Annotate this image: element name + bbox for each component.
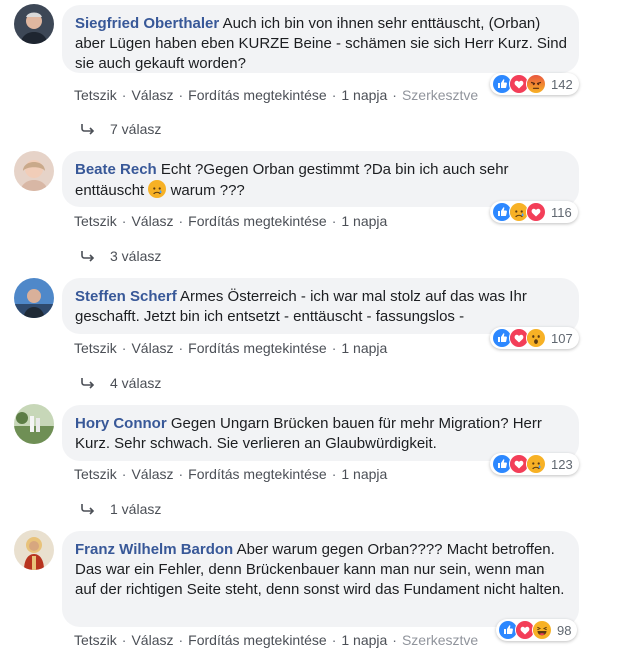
timestamp[interactable]: 1 napja — [341, 632, 387, 648]
comment-author[interactable]: Steffen Scherf — [75, 288, 177, 305]
comment-text-end: warum ??? — [170, 182, 245, 199]
like-link[interactable]: Tetszik — [74, 466, 117, 482]
reaction-summary[interactable]: 98 — [496, 619, 578, 641]
angry-reaction-icon — [526, 74, 546, 94]
reaction-summary[interactable]: 107 — [490, 327, 579, 349]
edited-label[interactable]: Szerkesztve — [402, 87, 478, 103]
replies-count: 3 válasz — [110, 248, 162, 264]
comment-actions: Tetszik · Válasz · Fordítás megtekintése · 1 n… — [74, 632, 479, 648]
translate-link[interactable]: Fordítás megtekintése — [188, 340, 327, 356]
comment-bubble: Beate Rech Echt ?Gegen Orban gestimmt ?D… — [62, 151, 579, 207]
reply-arrow-icon — [80, 377, 96, 389]
reply-link[interactable]: Válasz — [131, 340, 173, 356]
comment-bubble: Franz Wilhelm Bardon Aber warum gegen Or… — [62, 531, 579, 627]
comment-bubble: Siegfried Oberthaler Auch ich bin von ih… — [62, 5, 579, 73]
like-link[interactable]: Tetszik — [74, 340, 117, 356]
haha-reaction-icon — [532, 620, 552, 640]
sad-reaction-icon — [526, 454, 546, 474]
disappointed-emoji-icon — [148, 180, 166, 198]
reaction-count: 123 — [551, 456, 573, 472]
reaction-count: 116 — [551, 204, 572, 220]
replies-count: 7 válasz — [110, 121, 162, 137]
comment-bubble: Steffen Scherf Armes Österreich - ich wa… — [62, 278, 579, 334]
avatar[interactable] — [14, 4, 54, 44]
reaction-count: 142 — [551, 76, 573, 92]
like-link[interactable]: Tetszik — [74, 87, 117, 103]
timestamp[interactable]: 1 napja — [341, 340, 387, 356]
reply-link[interactable]: Válasz — [131, 466, 173, 482]
reply-link[interactable]: Válasz — [131, 87, 173, 103]
reply-arrow-icon — [80, 123, 96, 135]
timestamp[interactable]: 1 napja — [341, 213, 387, 229]
avatar[interactable] — [14, 278, 54, 318]
comment-actions: Tetszik · Válasz · Fordítás megtekintése · 1 n… — [74, 466, 388, 482]
reaction-summary[interactable]: 123 — [490, 453, 579, 475]
reaction-summary[interactable]: 116 — [490, 201, 578, 223]
avatar[interactable] — [14, 530, 54, 570]
like-link[interactable]: Tetszik — [74, 632, 117, 648]
translate-link[interactable]: Fordítás megtekintése — [188, 87, 327, 103]
view-replies-link[interactable]: 3 válasz — [80, 248, 161, 264]
comment-author[interactable]: Siegfried Oberthaler — [75, 15, 219, 32]
view-replies-link[interactable]: 1 válasz — [80, 501, 161, 517]
avatar[interactable] — [14, 404, 54, 444]
comment-author[interactable]: Hory Connor — [75, 415, 167, 432]
like-link[interactable]: Tetszik — [74, 213, 117, 229]
love-reaction-icon — [526, 202, 546, 222]
reaction-summary[interactable]: 142 — [490, 73, 579, 95]
comment-author[interactable]: Beate Rech — [75, 161, 157, 178]
reply-link[interactable]: Válasz — [131, 213, 173, 229]
timestamp[interactable]: 1 napja — [341, 87, 387, 103]
translate-link[interactable]: Fordítás megtekintése — [188, 213, 327, 229]
view-replies-link[interactable]: 7 válasz — [80, 121, 161, 137]
reply-arrow-icon — [80, 250, 96, 262]
comment-author[interactable]: Franz Wilhelm Bardon — [75, 541, 233, 558]
replies-count: 4 válasz — [110, 375, 162, 391]
reply-arrow-icon — [80, 503, 96, 515]
comment-actions: Tetszik · Válasz · Fordítás megtekintése · 1 n… — [74, 213, 388, 229]
view-replies-link[interactable]: 4 válasz — [80, 375, 161, 391]
replies-count: 1 válasz — [110, 501, 162, 517]
translate-link[interactable]: Fordítás megtekintése — [188, 466, 327, 482]
edited-label[interactable]: Szerkesztve — [402, 632, 478, 648]
reaction-count: 107 — [551, 330, 573, 346]
translate-link[interactable]: Fordítás megtekintése — [188, 632, 327, 648]
comment-actions: Tetszik · Válasz · Fordítás megtekintése · 1 n… — [74, 87, 479, 103]
reaction-count: 98 — [557, 622, 572, 638]
wow-reaction-icon — [526, 328, 546, 348]
timestamp[interactable]: 1 napja — [341, 466, 387, 482]
reply-link[interactable]: Válasz — [131, 632, 173, 648]
avatar[interactable] — [14, 151, 54, 191]
comment-actions: Tetszik · Válasz · Fordítás megtekintése · 1 n… — [74, 340, 388, 356]
